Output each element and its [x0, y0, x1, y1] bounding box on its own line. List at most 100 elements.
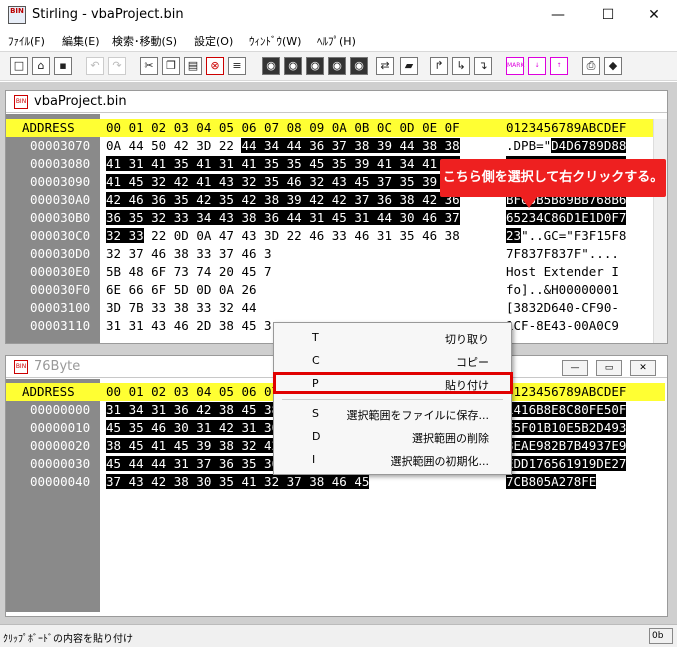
hex-bytes[interactable]: 42 46 36 35 42 35 42 38 39 42 42 37 36 3… — [106, 192, 460, 207]
list-icon[interactable]: ≡ — [228, 57, 246, 75]
hex-row[interactable]: 000030D0 32 37 46 38 33 37 46 3 7F837F837F… — [6, 245, 667, 263]
menu-settings[interactable]: 設定(O) — [194, 33, 233, 49]
hex-row[interactable]: 000030E0 5B 48 6F 73 74 20 45 7 Host Exten… — [6, 263, 667, 281]
hex-bytes[interactable]: 36 35 32 33 34 43 38 36 44 31 45 31 44 3… — [106, 210, 460, 225]
context-menu-item[interactable]: T 切り取り — [274, 327, 511, 349]
hex-bytes[interactable]: 37 43 42 38 30 35 41 32 37 38 46 45 — [106, 474, 370, 489]
row-address: 00000040 — [30, 474, 91, 489]
row-address: 000030E0 — [30, 264, 91, 279]
ascii-text[interactable]: 1CF-8E43-00A0C9 — [506, 318, 619, 333]
ascii-text[interactable]: fo]..&H00000001 — [506, 282, 619, 297]
goto-end-icon[interactable]: ↳ — [452, 57, 470, 75]
hex-bytes[interactable]: 32 37 46 38 33 37 46 3 — [106, 246, 272, 261]
address-header: ADDRESS — [22, 120, 75, 135]
hex-view-doc1[interactable]: ADDRESS 00 01 02 03 04 05 06 07 08 09 0A… — [6, 114, 667, 343]
menu-search[interactable]: 検索･移動(S) — [112, 33, 177, 49]
selected-ascii-text: D4D6789D88 — [551, 138, 627, 153]
find-icon[interactable]: ◉ — [262, 57, 280, 75]
selected-ascii-text: 7CB805A278FE — [506, 474, 597, 489]
hex-bytes[interactable]: 5B 48 6F 73 74 20 45 7 — [106, 264, 272, 279]
menu-file[interactable]: ﾌｧｲﾙ(F) — [8, 33, 45, 49]
open-folder-icon[interactable]: ⌂ — [32, 57, 50, 75]
context-menu-item[interactable]: S 選択範囲をファイルに保存... — [274, 403, 511, 425]
menu-help[interactable]: ﾍﾙﾌﾟ(H) — [317, 33, 356, 49]
row-address: 00003080 — [30, 156, 91, 171]
minimize-button[interactable]: — — [540, 4, 576, 26]
goto-start-icon[interactable]: ↱ — [430, 57, 448, 75]
hex-row[interactable]: 00003100 3D 7B 33 38 33 32 44 [3832D640-CF… — [6, 299, 667, 317]
ascii-text[interactable]: 7F837F837F".... — [506, 246, 619, 261]
row-address: 00000020 — [30, 438, 91, 453]
selected-hex-bytes: 32 33 — [106, 228, 144, 243]
hex-bytes[interactable]: 6E 66 6F 5D 0D 0A 26 — [106, 282, 257, 297]
close-button[interactable]: ✕ — [636, 4, 672, 26]
mark-icon[interactable]: MARK — [506, 57, 524, 75]
document-title: 76Byte — [34, 359, 81, 374]
selected-hex-bytes: 41 31 41 35 41 31 41 35 35 45 35 39 41 3… — [106, 156, 460, 171]
goto-address-icon[interactable]: ↴ — [474, 57, 492, 75]
hex-row[interactable]: 000030F0 6E 66 6F 5D 0D 0A 26 fo]..&H00000… — [6, 281, 667, 299]
document-title-bar: BIN vbaProject.bin — [6, 91, 667, 113]
replace-icon[interactable]: ◉ — [350, 57, 368, 75]
help-book-icon[interactable]: ◆ — [604, 57, 622, 75]
print-icon[interactable]: ⎙ — [582, 57, 600, 75]
row-address: 00003110 — [30, 318, 91, 333]
context-menu-item[interactable]: D 選択範囲の削除 — [274, 426, 511, 448]
find-hex-icon[interactable]: ◉ — [328, 57, 346, 75]
ascii-text[interactable]: 23"..GC="F3F15F8 — [506, 228, 626, 243]
document-window-vbaproject[interactable]: BIN vbaProject.bin ADDRESS 00 01 02 03 0… — [5, 90, 668, 344]
menu-edit[interactable]: 編集(E) — [62, 33, 100, 49]
hex-row[interactable]: 00000040 37 43 42 38 30 35 41 32 37 38 46… — [6, 473, 667, 491]
copy-icon[interactable]: ❐ — [162, 57, 180, 75]
ascii-text[interactable]: 8EAE982B7B4937E9 — [506, 438, 627, 453]
hex-bytes[interactable]: 41 31 41 35 41 31 41 35 35 45 35 39 41 3… — [106, 156, 460, 171]
redo-icon[interactable]: ↷ — [108, 57, 126, 75]
hex-bytes[interactable]: 32 33 22 0D 0A 47 43 3D 22 46 33 46 31 3… — [106, 228, 460, 243]
mdi-area: BIN vbaProject.bin ADDRESS 00 01 02 03 0… — [0, 82, 677, 624]
child-restore-button[interactable]: ▭ — [596, 360, 622, 376]
hex-bytes[interactable]: 41 45 32 42 41 43 32 35 46 32 43 45 37 3… — [106, 174, 460, 189]
hex-row[interactable]: 000030B0 36 35 32 33 34 43 38 36 44 31 45… — [6, 209, 667, 227]
hex-bytes[interactable]: 31 31 43 46 2D 38 45 3 — [106, 318, 272, 333]
find-prev-icon[interactable]: ◉ — [306, 57, 324, 75]
menu-separator — [282, 399, 503, 400]
save-icon[interactable]: ▪ — [54, 57, 72, 75]
delete-icon[interactable]: ⊗ — [206, 57, 224, 75]
ascii-text-segment: Host Extender I — [506, 264, 619, 279]
ascii-text-segment: 7F837F837F".... — [506, 246, 619, 261]
replace-text-icon[interactable]: ⇄ — [376, 57, 394, 75]
ascii-text[interactable]: E5F01B10E5B2D493 — [506, 420, 627, 435]
ascii-text[interactable]: .DPB="D4D6789D88 — [506, 138, 627, 153]
hex-bytes-segment: 3D 7B 33 38 33 32 44 — [106, 300, 257, 315]
menu-window[interactable]: ｳｨﾝﾄﾞｳ(W) — [249, 33, 301, 49]
context-menu-item[interactable]: I 選択範囲の初期化... — [274, 449, 511, 471]
child-minimize-button[interactable]: — — [562, 360, 588, 376]
document-icon: BIN — [14, 360, 28, 374]
vertical-scrollbar[interactable] — [653, 119, 667, 343]
undo-icon[interactable]: ↶ — [86, 57, 104, 75]
paste-icon[interactable]: ▤ — [184, 57, 202, 75]
find-next-icon[interactable]: ◉ — [284, 57, 302, 75]
hex-bytes[interactable]: 3D 7B 33 38 33 32 44 — [106, 300, 257, 315]
new-file-icon[interactable]: □ — [10, 57, 28, 75]
cut-icon[interactable]: ✂ — [140, 57, 158, 75]
ascii-text[interactable]: Host Extender I — [506, 264, 619, 279]
row-address: 00000000 — [30, 402, 91, 417]
ascii-text[interactable]: 7CB805A278FE — [506, 474, 597, 489]
hex-bytes[interactable]: 0A 44 50 42 3D 22 44 34 44 36 37 38 39 4… — [106, 138, 460, 153]
context-menu-item[interactable]: C コピー — [274, 350, 511, 372]
ascii-text[interactable]: EDD176561919DE27 — [506, 456, 627, 471]
hex-row[interactable]: 000030C0 32 33 22 0D 0A 47 43 3D 22 46 33… — [6, 227, 667, 245]
selected-hex-bytes: 42 46 36 35 42 35 42 38 39 42 42 37 36 3… — [106, 192, 460, 207]
ascii-text[interactable]: [3832D640-CF90- — [506, 300, 619, 315]
child-close-button[interactable]: ✕ — [630, 360, 656, 376]
mark-next-icon[interactable]: ↓ — [528, 57, 546, 75]
maximize-button[interactable]: ☐ — [590, 4, 626, 26]
hex-row[interactable]: 00003070 0A 44 50 42 3D 22 44 34 44 36 37… — [6, 137, 667, 155]
selected-ascii-text: 1416B8E8C80FE50F — [506, 402, 627, 417]
mark-prev-icon[interactable]: ↑ — [550, 57, 568, 75]
column-header-row: ADDRESS 00 01 02 03 04 05 06 07 08 09 0A… — [6, 119, 653, 137]
ascii-text[interactable]: 65234C86D1E1D0F7 — [506, 210, 627, 225]
jump-icon[interactable]: ▰ — [400, 57, 418, 75]
ascii-text[interactable]: 1416B8E8C80FE50F — [506, 402, 627, 417]
